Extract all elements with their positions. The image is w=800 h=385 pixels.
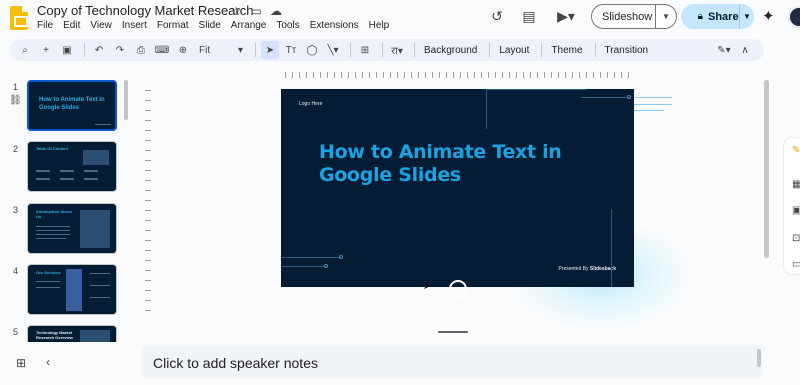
gemini-icon[interactable]: ✦: [762, 7, 775, 25]
menu-edit[interactable]: Edit: [63, 20, 80, 31]
zoom-icon[interactable]: ⊕: [174, 41, 192, 59]
star-icon[interactable]: ☆: [229, 4, 243, 18]
slide-number: 4: [13, 266, 19, 276]
pen-icon[interactable]: ✎▾: [715, 41, 733, 59]
top-ruler: [285, 72, 630, 78]
slide-number: 5: [13, 327, 19, 337]
layout-button[interactable]: Layout: [495, 41, 533, 59]
keep-icon[interactable]: ▣: [792, 205, 800, 216]
background-button[interactable]: Background: [420, 41, 481, 59]
notes-scrollbar[interactable]: [757, 349, 761, 367]
canvas-scrollbar[interactable]: [764, 80, 769, 258]
slide-number: 2: [13, 144, 19, 154]
theme-button[interactable]: Theme: [547, 41, 586, 59]
avatar[interactable]: [788, 6, 800, 28]
collapse-toolbar-icon[interactable]: ∧: [736, 41, 754, 59]
thumbnail-title: How to Animate Text in Google Slides: [39, 97, 105, 111]
thumbnail-title: Introduction About Us: [36, 209, 72, 219]
menu-slide[interactable]: Slide: [199, 20, 221, 31]
undo-icon[interactable]: ↶: [90, 41, 108, 59]
search-menus-icon[interactable]: ⌕: [16, 41, 34, 59]
slide-title[interactable]: How to Animate Text in Google Slides: [319, 141, 589, 187]
insert-comment-icon[interactable]: ⊞: [356, 41, 374, 59]
print-icon[interactable]: ⎙: [132, 41, 150, 59]
input-tools-icon[interactable]: रा▾: [388, 41, 406, 59]
slide-thumbnail[interactable]: Our Services: [27, 264, 117, 315]
share-label[interactable]: Share: [703, 11, 739, 23]
menu-bar: File Edit View Insert Format Slide Arran…: [37, 20, 399, 31]
slideshow-button[interactable]: Slideshow ▼: [591, 4, 677, 29]
toolbar: ⌕ + ▣ ↶ ↷ ⎙ ⌨ ⊕ Fit ▾ ➤ Tт ◯ ╲▾ ⊞ रा▾ Ba…: [10, 39, 764, 61]
slide-number: 1: [13, 82, 19, 92]
slides-logo-icon[interactable]: [10, 6, 28, 30]
gemini-side-icon[interactable]: ✎: [792, 145, 800, 156]
slide-logo-placeholder[interactable]: Logo Here: [299, 101, 322, 107]
menu-help[interactable]: Help: [369, 20, 390, 31]
slide-thumbnail[interactable]: Technology Market Research Overview: [27, 325, 117, 342]
share-button[interactable]: 🔒︎ Share ▼: [681, 4, 754, 29]
menu-arrange[interactable]: Arrange: [231, 20, 267, 31]
click-indicator: [449, 280, 467, 298]
new-slide-icon[interactable]: +: [37, 41, 55, 59]
transition-button[interactable]: Transition: [601, 41, 653, 59]
comments-icon[interactable]: ▤: [519, 8, 539, 25]
menu-view[interactable]: View: [90, 20, 112, 31]
share-dropdown-icon[interactable]: ▼: [740, 12, 754, 21]
select-pointer-icon[interactable]: ➤: [261, 41, 279, 59]
left-ruler: [145, 90, 151, 320]
contacts-icon[interactable]: ▭: [792, 259, 800, 270]
slideshow-dropdown-icon[interactable]: ▼: [656, 12, 676, 21]
thumbnail-title: Technology Market Research Overview: [36, 330, 73, 340]
speaker-notes-placeholder[interactable]: Click to add speaker notes: [153, 355, 318, 371]
meet-icon[interactable]: ▶▾: [552, 8, 580, 25]
slide-number: 3: [13, 205, 19, 215]
title-icons: ☆ ▭ ☁: [229, 4, 283, 18]
header: Copy of Technology Market Research ☆ ▭ ☁…: [0, 0, 800, 36]
text-box-icon[interactable]: Tт: [282, 41, 300, 59]
filmstrip: 1 How to Animate Text in Google Slides 2…: [0, 70, 130, 342]
shape-icon[interactable]: ◯: [303, 41, 321, 59]
tasks-icon[interactable]: ⊡: [792, 233, 800, 244]
current-slide[interactable]: Logo Here How to Animate Text in Google …: [281, 89, 634, 287]
menu-extensions[interactable]: Extensions: [310, 20, 359, 31]
calendar-icon[interactable]: ▦: [792, 179, 800, 190]
paint-format-icon[interactable]: ⌨: [153, 41, 171, 59]
menu-tools[interactable]: Tools: [276, 20, 299, 31]
redo-icon[interactable]: ↷: [111, 41, 129, 59]
presented-by-text[interactable]: Presented By Slidesback: [558, 266, 616, 272]
grid-view-icon[interactable]: ⊞: [16, 356, 26, 370]
menu-format[interactable]: Format: [157, 20, 189, 31]
zoom-dropdown-icon: ▾: [237, 44, 243, 56]
cloud-saved-icon[interactable]: ☁: [269, 4, 283, 18]
zoom-select[interactable]: Fit ▾: [195, 41, 247, 59]
link-icon[interactable]: ⛓: [9, 95, 22, 106]
slide-thumbnail[interactable]: Introduction About Us: [27, 203, 117, 254]
menu-insert[interactable]: Insert: [122, 20, 147, 31]
menu-file[interactable]: File: [37, 20, 53, 31]
line-icon[interactable]: ╲▾: [324, 41, 342, 59]
side-panel: ✎ ▦ ▣ ⊡ ▭: [784, 138, 800, 274]
collapse-filmstrip-icon[interactable]: ‹: [46, 355, 50, 369]
mouse-pointer-icon: ➤: [423, 281, 432, 292]
filmstrip-scrollbar[interactable]: [124, 80, 128, 120]
lock-icon: 🔒︎: [697, 11, 703, 22]
version-history-icon[interactable]: ↺: [487, 8, 507, 25]
move-folder-icon[interactable]: ▭: [249, 4, 263, 18]
slide-thumbnail[interactable]: Table Of Content: [27, 141, 117, 192]
notes-resize-handle[interactable]: [438, 331, 468, 333]
thumbnail-title: Our Services: [36, 270, 61, 275]
zoom-value: Fit: [199, 44, 211, 56]
speaker-notes[interactable]: Click to add speaker notes: [142, 345, 762, 378]
new-slide-layout-icon[interactable]: ▣: [58, 41, 76, 59]
slide-thumbnail[interactable]: How to Animate Text in Google Slides: [27, 80, 117, 131]
document-title[interactable]: Copy of Technology Market Research: [37, 3, 254, 18]
slideshow-label[interactable]: Slideshow: [592, 11, 655, 23]
